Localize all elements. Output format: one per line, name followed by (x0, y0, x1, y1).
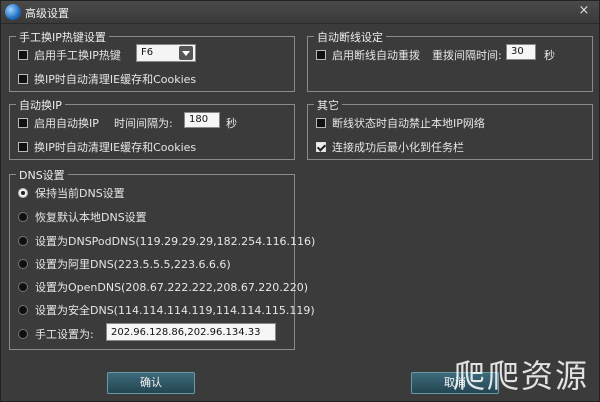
auto-ip-interval-input[interactable] (184, 112, 220, 128)
chevron-down-icon[interactable] (179, 46, 193, 60)
hotkey-legend: 手工换IP热键设置 (16, 29, 109, 45)
other-minimize-checkbox[interactable] (316, 142, 326, 152)
auto-ip-enable-checkbox[interactable] (18, 118, 28, 128)
title-bar: 高级设置 × (1, 1, 599, 24)
redial-enable-label: 启用断线自动重拨 (332, 49, 420, 62)
dns-radio-manual[interactable] (18, 329, 28, 339)
dns-radio-dnspod[interactable] (18, 236, 28, 246)
other-block-row[interactable]: 断线状态时自动禁止本地IP网络 (316, 115, 485, 131)
hotkey-select-value: F6 (141, 47, 154, 58)
auto-ip-group: 自动换IP 启用自动换IP 时间间隔为: 秒 换IP时自动清理IE缓存和Cook… (9, 97, 295, 160)
dns-radio-secure[interactable] (18, 305, 28, 315)
dns-option-label: 设置为OpenDNS(208.67.222.222,208.67.220.220… (35, 281, 309, 294)
auto-ip-clear-checkbox[interactable] (18, 142, 28, 152)
dns-option-label: 设置为DNSPodDNS(119.29.29.29,182.254.116.11… (35, 235, 316, 248)
dns-radio-keep[interactable] (18, 188, 28, 198)
redial-interval-row: 重拨间隔时间: (432, 47, 502, 63)
dns-option-secure[interactable]: 设置为安全DNS(114.114.114.119,114.114.115.119… (18, 302, 315, 318)
auto-ip-legend: 自动换IP (16, 97, 65, 113)
app-icon (5, 4, 21, 20)
redial-legend: 自动断线设定 (314, 29, 386, 45)
settings-window: 高级设置 × 手工换IP热键设置 启用手工换IP热键 F6 换IP时自动清理IE… (0, 0, 600, 402)
redial-enable-row[interactable]: 启用断线自动重拨 (316, 47, 420, 63)
auto-ip-enable-row[interactable]: 启用自动换IP (18, 115, 99, 131)
auto-ip-enable-label: 启用自动换IP (34, 117, 99, 130)
other-block-checkbox[interactable] (316, 118, 326, 128)
dns-manual-input[interactable] (106, 323, 276, 341)
redial-interval-label: 重拨间隔时间: (432, 49, 502, 62)
redial-group: 自动断线设定 启用断线自动重拨 重拨间隔时间: 秒 (307, 29, 593, 92)
dns-option-label: 设置为安全DNS(114.114.114.119,114.114.115.119… (35, 304, 315, 317)
dns-option-label: 手工设置为: (35, 328, 94, 341)
hotkey-clear-label: 换IP时自动清理IE缓存和Cookies (34, 73, 197, 86)
other-block-label: 断线状态时自动禁止本地IP网络 (332, 117, 485, 130)
dns-option-keep[interactable]: 保持当前DNS设置 (18, 185, 125, 201)
hotkey-enable-row[interactable]: 启用手工换IP热键 (18, 47, 121, 63)
hotkey-group: 手工换IP热键设置 启用手工换IP热键 F6 换IP时自动清理IE缓存和Cook… (9, 29, 295, 92)
dns-radio-opendns[interactable] (18, 282, 28, 292)
auto-ip-unit-label: 秒 (226, 117, 237, 130)
dns-option-ali[interactable]: 设置为阿里DNS(223.5.5.5,223.6.6.6) (18, 256, 231, 272)
hotkey-clear-checkbox[interactable] (18, 74, 28, 84)
close-icon[interactable]: × (577, 4, 591, 18)
other-legend: 其它 (314, 97, 342, 113)
dns-option-label: 保持当前DNS设置 (35, 187, 125, 200)
auto-ip-interval-label: 时间间隔为: (114, 117, 173, 130)
hotkey-enable-label: 启用手工换IP热键 (34, 49, 121, 62)
watermark-logo: 爬爬资源 (452, 357, 589, 395)
dns-option-label: 设置为阿里DNS(223.5.5.5,223.6.6.6) (35, 258, 231, 271)
dns-group: DNS设置 保持当前DNS设置 恢复默认本地DNS设置 设置为DNSPodDNS… (9, 167, 315, 350)
redial-unit-label: 秒 (544, 49, 555, 62)
window-title: 高级设置 (25, 7, 69, 20)
dns-legend: DNS设置 (16, 167, 68, 183)
redial-enable-checkbox[interactable] (316, 50, 326, 60)
auto-ip-clear-label: 换IP时自动清理IE缓存和Cookies (34, 141, 197, 154)
hotkey-enable-checkbox[interactable] (18, 50, 28, 60)
other-group: 其它 断线状态时自动禁止本地IP网络 连接成功后最小化到任务栏 (307, 97, 593, 160)
dns-radio-ali[interactable] (18, 259, 28, 269)
dns-option-opendns[interactable]: 设置为OpenDNS(208.67.222.222,208.67.220.220… (18, 279, 308, 295)
dns-option-dnspod[interactable]: 设置为DNSPodDNS(119.29.29.29,182.254.116.11… (18, 233, 315, 249)
dns-option-default[interactable]: 恢复默认本地DNS设置 (18, 209, 147, 225)
other-minimize-row[interactable]: 连接成功后最小化到任务栏 (316, 139, 464, 155)
ok-button[interactable]: 确认 (107, 372, 195, 394)
dns-option-manual[interactable]: 手工设置为: (18, 326, 94, 342)
hotkey-select[interactable]: F6 (136, 44, 196, 62)
dns-radio-default[interactable] (18, 212, 28, 222)
auto-ip-clear-row[interactable]: 换IP时自动清理IE缓存和Cookies (18, 139, 196, 155)
dns-option-label: 恢复默认本地DNS设置 (35, 211, 147, 224)
redial-interval-input[interactable] (506, 44, 536, 60)
hotkey-clear-row[interactable]: 换IP时自动清理IE缓存和Cookies (18, 71, 196, 87)
other-minimize-label: 连接成功后最小化到任务栏 (332, 141, 464, 154)
